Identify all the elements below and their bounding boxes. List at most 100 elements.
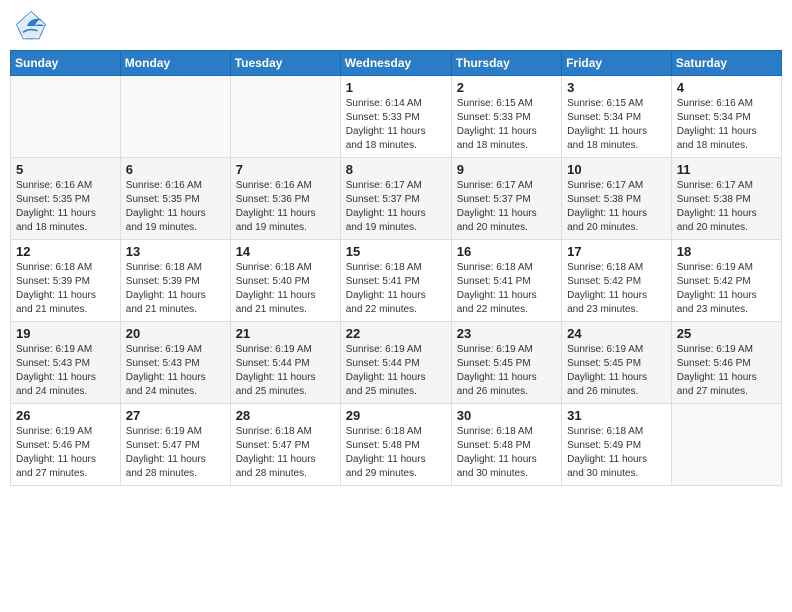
calendar-cell: 18 Sunrise: 6:19 AM Sunset: 5:42 PM Dayli…: [671, 240, 781, 322]
day-number: 22: [346, 326, 446, 341]
day-number: 16: [457, 244, 556, 259]
calendar-cell: 31 Sunrise: 6:18 AM Sunset: 5:49 PM Dayli…: [562, 404, 672, 486]
calendar-cell: 9 Sunrise: 6:17 AM Sunset: 5:37 PM Daylig…: [451, 158, 561, 240]
day-number: 17: [567, 244, 666, 259]
day-info: Sunrise: 6:16 AM Sunset: 5:35 PM Dayligh…: [16, 179, 115, 235]
calendar-cell: 19Sunrise: 6:19 AM Sunset: 5:43 PM Dayli…: [11, 322, 121, 404]
day-info: Sunrise: 6:19 AM Sunset: 5:44 PM Dayligh…: [346, 343, 446, 399]
day-info: Sunrise: 6:17 AM Sunset: 5:37 PM Dayligh…: [346, 179, 446, 235]
calendar-cell: 21 Sunrise: 6:19 AM Sunset: 5:44 PM Dayli…: [230, 322, 340, 404]
day-info: Sunrise: 6:15 AM Sunset: 5:34 PM Dayligh…: [567, 97, 666, 153]
day-number: 11: [677, 162, 776, 177]
calendar-header-sunday: Sunday: [11, 51, 121, 76]
calendar-cell: 6 Sunrise: 6:16 AM Sunset: 5:35 PM Daylig…: [120, 158, 230, 240]
day-info: Sunrise: 6:14 AM Sunset: 5:33 PM Dayligh…: [346, 97, 446, 153]
calendar-week-row: 5 Sunrise: 6:16 AM Sunset: 5:35 PM Daylig…: [11, 158, 782, 240]
day-number: 18: [677, 244, 776, 259]
day-number: 7: [236, 162, 335, 177]
calendar-cell: 23 Sunrise: 6:19 AM Sunset: 5:45 PM Dayli…: [451, 322, 561, 404]
day-info: Sunrise: 6:18 AM Sunset: 5:48 PM Dayligh…: [457, 425, 556, 481]
day-info: Sunrise: 6:18 AM Sunset: 5:41 PM Dayligh…: [346, 261, 446, 317]
day-info: Sunrise: 6:19 AM Sunset: 5:45 PM Dayligh…: [567, 343, 666, 399]
day-number: 21: [236, 326, 335, 341]
calendar-header-friday: Friday: [562, 51, 672, 76]
logo-icon: [15, 10, 47, 42]
calendar-table: SundayMondayTuesdayWednesdayThursdayFrid…: [10, 50, 782, 486]
calendar-cell: 1 Sunrise: 6:14 AM Sunset: 5:33 PM Daylig…: [340, 76, 451, 158]
day-info: Sunrise: 6:19 AM Sunset: 5:43 PM Dayligh…: [16, 343, 115, 399]
day-number: 6: [126, 162, 225, 177]
calendar-header-saturday: Saturday: [671, 51, 781, 76]
calendar-cell: 8 Sunrise: 6:17 AM Sunset: 5:37 PM Daylig…: [340, 158, 451, 240]
calendar-header-tuesday: Tuesday: [230, 51, 340, 76]
day-info: Sunrise: 6:17 AM Sunset: 5:38 PM Dayligh…: [677, 179, 776, 235]
day-info: Sunrise: 6:19 AM Sunset: 5:44 PM Dayligh…: [236, 343, 335, 399]
day-number: 23: [457, 326, 556, 341]
calendar-cell: [120, 76, 230, 158]
day-info: Sunrise: 6:19 AM Sunset: 5:43 PM Dayligh…: [126, 343, 225, 399]
calendar-cell: 20 Sunrise: 6:19 AM Sunset: 5:43 PM Dayli…: [120, 322, 230, 404]
calendar-cell: 30 Sunrise: 6:18 AM Sunset: 5:48 PM Dayli…: [451, 404, 561, 486]
day-number: 4: [677, 80, 776, 95]
calendar-cell: 15 Sunrise: 6:18 AM Sunset: 5:41 PM Dayli…: [340, 240, 451, 322]
calendar-cell: 13 Sunrise: 6:18 AM Sunset: 5:39 PM Dayli…: [120, 240, 230, 322]
calendar-cell: 10 Sunrise: 6:17 AM Sunset: 5:38 PM Dayli…: [562, 158, 672, 240]
calendar-cell: 16 Sunrise: 6:18 AM Sunset: 5:41 PM Dayli…: [451, 240, 561, 322]
calendar-week-row: 19Sunrise: 6:19 AM Sunset: 5:43 PM Dayli…: [11, 322, 782, 404]
calendar-cell: 5 Sunrise: 6:16 AM Sunset: 5:35 PM Daylig…: [11, 158, 121, 240]
day-number: 15: [346, 244, 446, 259]
day-number: 1: [346, 80, 446, 95]
calendar-cell: 14Sunrise: 6:18 AM Sunset: 5:40 PM Dayli…: [230, 240, 340, 322]
day-info: Sunrise: 6:18 AM Sunset: 5:39 PM Dayligh…: [16, 261, 115, 317]
day-number: 5: [16, 162, 115, 177]
day-number: 24: [567, 326, 666, 341]
day-info: Sunrise: 6:17 AM Sunset: 5:37 PM Dayligh…: [457, 179, 556, 235]
day-info: Sunrise: 6:18 AM Sunset: 5:48 PM Dayligh…: [346, 425, 446, 481]
day-number: 28: [236, 408, 335, 423]
day-number: 29: [346, 408, 446, 423]
calendar-week-row: 12 Sunrise: 6:18 AM Sunset: 5:39 PM Dayli…: [11, 240, 782, 322]
day-info: Sunrise: 6:18 AM Sunset: 5:49 PM Dayligh…: [567, 425, 666, 481]
day-number: 20: [126, 326, 225, 341]
day-info: Sunrise: 6:18 AM Sunset: 5:47 PM Dayligh…: [236, 425, 335, 481]
day-number: 30: [457, 408, 556, 423]
day-info: Sunrise: 6:19 AM Sunset: 5:47 PM Dayligh…: [126, 425, 225, 481]
day-number: 27: [126, 408, 225, 423]
calendar-header-row: SundayMondayTuesdayWednesdayThursdayFrid…: [11, 51, 782, 76]
calendar-cell: 28 Sunrise: 6:18 AM Sunset: 5:47 PM Dayli…: [230, 404, 340, 486]
day-info: Sunrise: 6:18 AM Sunset: 5:42 PM Dayligh…: [567, 261, 666, 317]
day-info: Sunrise: 6:18 AM Sunset: 5:40 PM Dayligh…: [236, 261, 335, 317]
day-info: Sunrise: 6:17 AM Sunset: 5:38 PM Dayligh…: [567, 179, 666, 235]
calendar-cell: [11, 76, 121, 158]
calendar-cell: 29 Sunrise: 6:18 AM Sunset: 5:48 PM Dayli…: [340, 404, 451, 486]
logo: [15, 10, 51, 42]
day-info: Sunrise: 6:18 AM Sunset: 5:39 PM Dayligh…: [126, 261, 225, 317]
day-number: 9: [457, 162, 556, 177]
day-info: Sunrise: 6:19 AM Sunset: 5:45 PM Dayligh…: [457, 343, 556, 399]
page-header: [10, 10, 782, 42]
day-info: Sunrise: 6:16 AM Sunset: 5:36 PM Dayligh…: [236, 179, 335, 235]
calendar-week-row: 1 Sunrise: 6:14 AM Sunset: 5:33 PM Daylig…: [11, 76, 782, 158]
day-info: Sunrise: 6:18 AM Sunset: 5:41 PM Dayligh…: [457, 261, 556, 317]
day-number: 2: [457, 80, 556, 95]
calendar-cell: 4 Sunrise: 6:16 AM Sunset: 5:34 PM Daylig…: [671, 76, 781, 158]
calendar-cell: [230, 76, 340, 158]
day-info: Sunrise: 6:19 AM Sunset: 5:46 PM Dayligh…: [16, 425, 115, 481]
day-info: Sunrise: 6:16 AM Sunset: 5:35 PM Dayligh…: [126, 179, 225, 235]
day-number: 31: [567, 408, 666, 423]
calendar-cell: 3 Sunrise: 6:15 AM Sunset: 5:34 PM Daylig…: [562, 76, 672, 158]
calendar-cell: 22 Sunrise: 6:19 AM Sunset: 5:44 PM Dayli…: [340, 322, 451, 404]
day-number: 8: [346, 162, 446, 177]
day-number: 25: [677, 326, 776, 341]
day-number: 3: [567, 80, 666, 95]
day-number: 12: [16, 244, 115, 259]
day-info: Sunrise: 6:19 AM Sunset: 5:42 PM Dayligh…: [677, 261, 776, 317]
day-number: 13: [126, 244, 225, 259]
calendar-cell: 7 Sunrise: 6:16 AM Sunset: 5:36 PM Daylig…: [230, 158, 340, 240]
calendar-cell: 24 Sunrise: 6:19 AM Sunset: 5:45 PM Dayli…: [562, 322, 672, 404]
day-number: 10: [567, 162, 666, 177]
calendar-cell: [671, 404, 781, 486]
day-number: 26: [16, 408, 115, 423]
day-info: Sunrise: 6:16 AM Sunset: 5:34 PM Dayligh…: [677, 97, 776, 153]
calendar-header-monday: Monday: [120, 51, 230, 76]
